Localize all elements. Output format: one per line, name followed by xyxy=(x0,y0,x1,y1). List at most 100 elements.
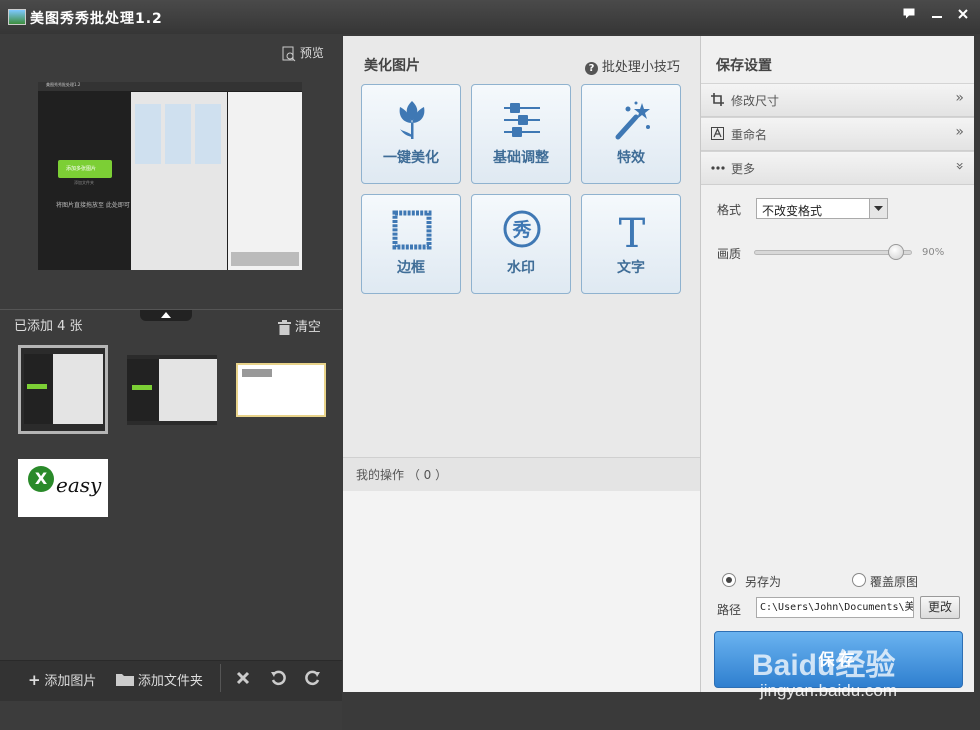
svg-text:秀: 秀 xyxy=(511,219,532,241)
section-rename[interactable]: 重命名 » xyxy=(701,117,974,151)
baidu-watermark: Baidu经验 xyxy=(752,640,895,684)
title-bar: 美图秀秀批处理1.2 xyxy=(0,0,980,34)
save-as-radio[interactable] xyxy=(722,573,736,587)
overwrite-radio[interactable] xyxy=(852,573,866,587)
tips-link[interactable]: ? 批处理小技巧 xyxy=(585,56,680,75)
quality-label: 画质 xyxy=(717,247,742,261)
thumb-1-green xyxy=(27,384,47,389)
format-select[interactable]: 不改变格式 xyxy=(756,198,888,219)
tile-label: 一键美化 xyxy=(383,150,439,166)
my-ops-list xyxy=(343,491,700,692)
add-image-button[interactable]: + 添加图片 xyxy=(28,670,96,689)
path-label: 路径 xyxy=(717,603,742,617)
tile-effects[interactable]: 特效 xyxy=(581,84,681,184)
path-value: C:\Users\John\Documents\美 xyxy=(760,602,914,613)
save-settings-title: 保存设置 xyxy=(716,58,772,74)
path-input[interactable]: C:\Users\John\Documents\美 xyxy=(756,597,914,618)
radio-dot xyxy=(726,577,732,583)
section-resize[interactable]: 修改尺寸 » xyxy=(701,83,974,117)
tile-watermark[interactable]: 秀 水印 xyxy=(471,194,571,294)
change-path-button[interactable]: 更改 xyxy=(920,596,960,619)
save-as-label: 另存为 xyxy=(745,575,782,589)
image-thumb-2[interactable] xyxy=(127,355,217,425)
feedback-icon[interactable] xyxy=(898,6,920,24)
thumb-2-green xyxy=(132,385,152,390)
thumb-2-panel xyxy=(159,359,217,421)
preview-image: 美图秀秀批处理1.2 添加多张图片 添加文件夹 将图片直接拖放至 此处即可 xyxy=(38,82,302,270)
image-thumb-3[interactable] xyxy=(236,363,326,417)
plus-icon: + xyxy=(28,671,41,689)
help-icon: ? xyxy=(585,62,598,75)
preview-label: 预览 xyxy=(299,46,324,60)
chevron-down-icon: » xyxy=(951,161,968,171)
tips-label: 批处理小技巧 xyxy=(601,60,680,75)
section-label: 更多 xyxy=(731,162,756,176)
preview-thumb-folder-hint: 添加文件夹 xyxy=(74,180,94,185)
tile-text[interactable]: T 文字 xyxy=(581,194,681,294)
add-folder-button[interactable]: 添加文件夹 xyxy=(116,670,203,689)
overwrite-label: 覆盖原图 xyxy=(870,575,919,589)
image-thumb-4[interactable]: X easy xyxy=(18,459,108,517)
svg-text:T: T xyxy=(619,211,646,251)
more-icon xyxy=(711,166,725,170)
chevron-right-icon: » xyxy=(955,124,964,140)
tile-label: 基础调整 xyxy=(493,150,549,166)
toolbar-divider xyxy=(220,664,221,692)
preview-button[interactable]: 预览 xyxy=(282,44,324,62)
rotate-right-icon xyxy=(305,670,320,686)
app-icon xyxy=(8,9,26,25)
preview-thumb-drag-hint: 将图片直接拖放至 此处即可 xyxy=(56,202,130,209)
clear-button[interactable]: 清空 xyxy=(278,316,321,335)
tulip-icon xyxy=(399,101,425,139)
clear-label: 清空 xyxy=(294,320,321,335)
tile-label: 文字 xyxy=(617,260,645,276)
format-label: 格式 xyxy=(717,203,742,217)
rotate-right-button[interactable] xyxy=(305,670,321,689)
section-more[interactable]: 更多 » xyxy=(701,151,974,185)
change-label: 更改 xyxy=(927,600,952,614)
my-ops-label: 我的操作 （ 0 ） xyxy=(356,468,448,482)
preview-thumb-add-label: 添加多张图片 xyxy=(66,166,97,172)
sliders-icon xyxy=(504,103,540,137)
quality-value: 90% xyxy=(922,247,945,258)
image-thumb-1[interactable] xyxy=(18,345,108,434)
delete-icon xyxy=(236,671,250,685)
delete-button[interactable] xyxy=(236,671,250,688)
preview-thumb-right xyxy=(228,92,302,270)
preview-thumb-tiles xyxy=(135,104,223,164)
thumb-1-panel xyxy=(53,354,103,424)
format-value: 不改变格式 xyxy=(762,204,823,218)
rotate-left-icon xyxy=(271,670,286,686)
watermark-brand: Baidu经验 xyxy=(752,649,896,682)
dropdown-arrow-icon xyxy=(869,199,887,218)
tile-basic-adjust[interactable]: 基础调整 xyxy=(471,84,571,184)
preview-thumb-save xyxy=(231,252,299,266)
tile-label: 特效 xyxy=(617,150,645,166)
text-icon: T xyxy=(619,211,646,251)
section-label: 修改尺寸 xyxy=(731,94,780,108)
excel-logo-icon: X xyxy=(28,466,54,492)
crop-icon xyxy=(711,93,724,106)
window-title: 美图秀秀批处理1.2 xyxy=(30,11,163,27)
trash-icon xyxy=(278,320,291,335)
folder-icon xyxy=(116,674,134,686)
tile-label: 水印 xyxy=(507,260,535,276)
close-button[interactable] xyxy=(952,6,974,24)
preview-thumb-title: 美图秀秀批处理1.2 xyxy=(46,82,81,87)
chevron-right-icon: » xyxy=(955,90,964,106)
preview-icon xyxy=(282,46,296,61)
collapse-handle[interactable] xyxy=(140,310,192,321)
minimize-button[interactable] xyxy=(926,6,948,24)
watermark-url: jingyan.baidu.com xyxy=(760,681,898,700)
watermark-icon: 秀 xyxy=(503,210,541,248)
tile-auto-beautify[interactable]: 一键美化 xyxy=(361,84,461,184)
add-image-label: 添加图片 xyxy=(44,674,97,689)
tile-frame[interactable]: 边框 xyxy=(361,194,461,294)
rotate-left-button[interactable] xyxy=(270,670,286,689)
tile-label: 边框 xyxy=(397,260,425,276)
frame-icon xyxy=(392,210,432,250)
section-title: 美化图片 xyxy=(364,58,420,74)
left-divider xyxy=(0,309,342,310)
thumb-3-bar xyxy=(242,369,272,377)
add-folder-label: 添加文件夹 xyxy=(137,674,203,689)
